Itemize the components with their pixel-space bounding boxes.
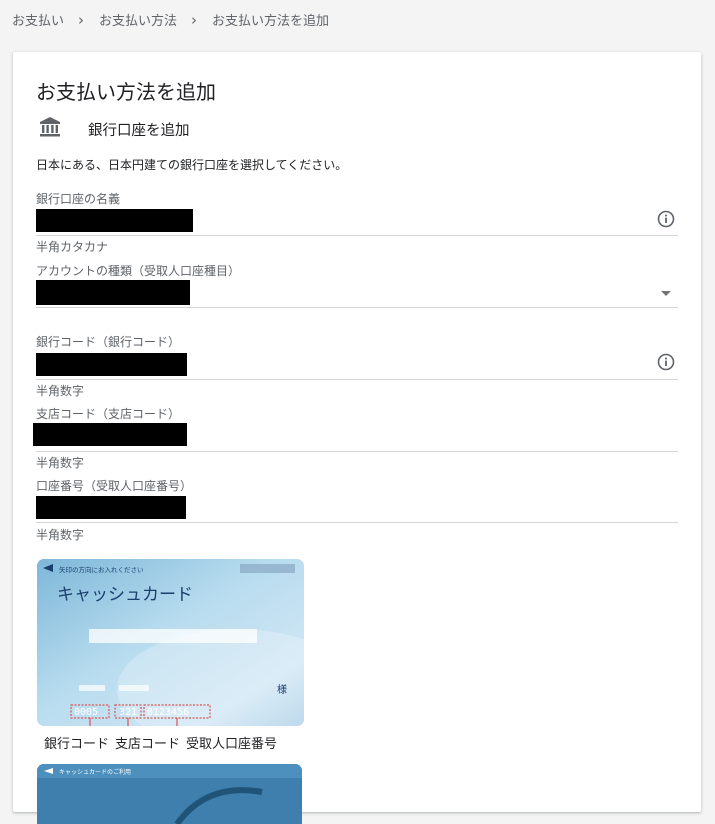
breadcrumb-item-payment-methods[interactable]: お支払い方法 — [99, 10, 177, 29]
breadcrumb: お支払い › お支払い方法 › お支払い方法を追加 — [12, 10, 330, 30]
bank-code-helper: 半角数字 — [36, 384, 85, 398]
card-sample-account-number: 0123456 — [147, 707, 189, 718]
card-back-top-text: キャッシュカードのご利用 — [59, 768, 131, 776]
account-number-label: 口座番号（受取人口座番号） — [36, 479, 193, 493]
card-sample-branch-code: 321 — [119, 707, 137, 718]
account-type-label: アカウントの種類（受取人口座種目） — [36, 264, 241, 278]
breadcrumb-separator: › — [78, 10, 85, 29]
bank-code-input[interactable] — [36, 353, 187, 376]
legend-account-number: 受取人口座番号 — [186, 737, 278, 752]
breadcrumb-item-add-payment-method: お支払い方法を追加 — [212, 14, 330, 29]
account-name-helper: 半角カタカナ — [36, 240, 109, 254]
page-title: お支払い方法を追加 — [36, 80, 216, 104]
account-number-input[interactable] — [36, 496, 186, 519]
branch-code-label: 支店コード（支店コード） — [36, 407, 181, 421]
card-title: キャッシュカード — [57, 585, 193, 605]
info-icon[interactable] — [656, 352, 676, 372]
card-top-text: 矢印の方向にお入れください — [59, 565, 144, 574]
info-icon[interactable] — [656, 209, 676, 229]
instruction-text: 日本にある、日本円建ての銀行口座を選択してください。 — [36, 158, 348, 172]
cash-card-back-sample-image: キャッシュカードのご利用 — [37, 764, 302, 824]
card-sample-bank-code: 0005 — [74, 707, 98, 718]
account-name-input[interactable] — [36, 209, 193, 232]
account-name-underline — [36, 235, 678, 236]
branch-code-helper: 半角数字 — [36, 456, 85, 470]
breadcrumb-separator: › — [191, 10, 198, 29]
bank-code-underline — [36, 379, 678, 380]
bank-icon — [40, 117, 60, 137]
branch-code-input[interactable] — [33, 423, 187, 446]
bank-code-label: 銀行コード（銀行コード） — [36, 335, 181, 349]
dropdown-arrow-icon[interactable] — [661, 291, 671, 296]
card-sama: 様 — [277, 683, 287, 696]
account-type-select[interactable] — [36, 280, 190, 305]
add-payment-method-card: お支払い方法を追加 銀行口座を追加 日本にある、日本円建ての銀行口座を選択してく… — [13, 52, 701, 824]
legend-bank-code: 銀行コード — [44, 737, 110, 752]
account-type-underline — [36, 307, 678, 308]
legend-branch-code: 支店コード — [115, 737, 181, 752]
account-number-helper: 半角数字 — [36, 528, 85, 542]
breadcrumb-item-payments[interactable]: お支払い — [12, 10, 64, 29]
section-subtitle: 銀行口座を追加 — [88, 123, 190, 139]
branch-code-underline — [36, 451, 678, 452]
account-number-underline — [36, 522, 678, 523]
account-name-label: 銀行口座の名義 — [36, 192, 121, 206]
cash-card-sample-image: 矢印の方向にお入れください キャッシュカード 様 0005 321 012345… — [37, 559, 304, 726]
